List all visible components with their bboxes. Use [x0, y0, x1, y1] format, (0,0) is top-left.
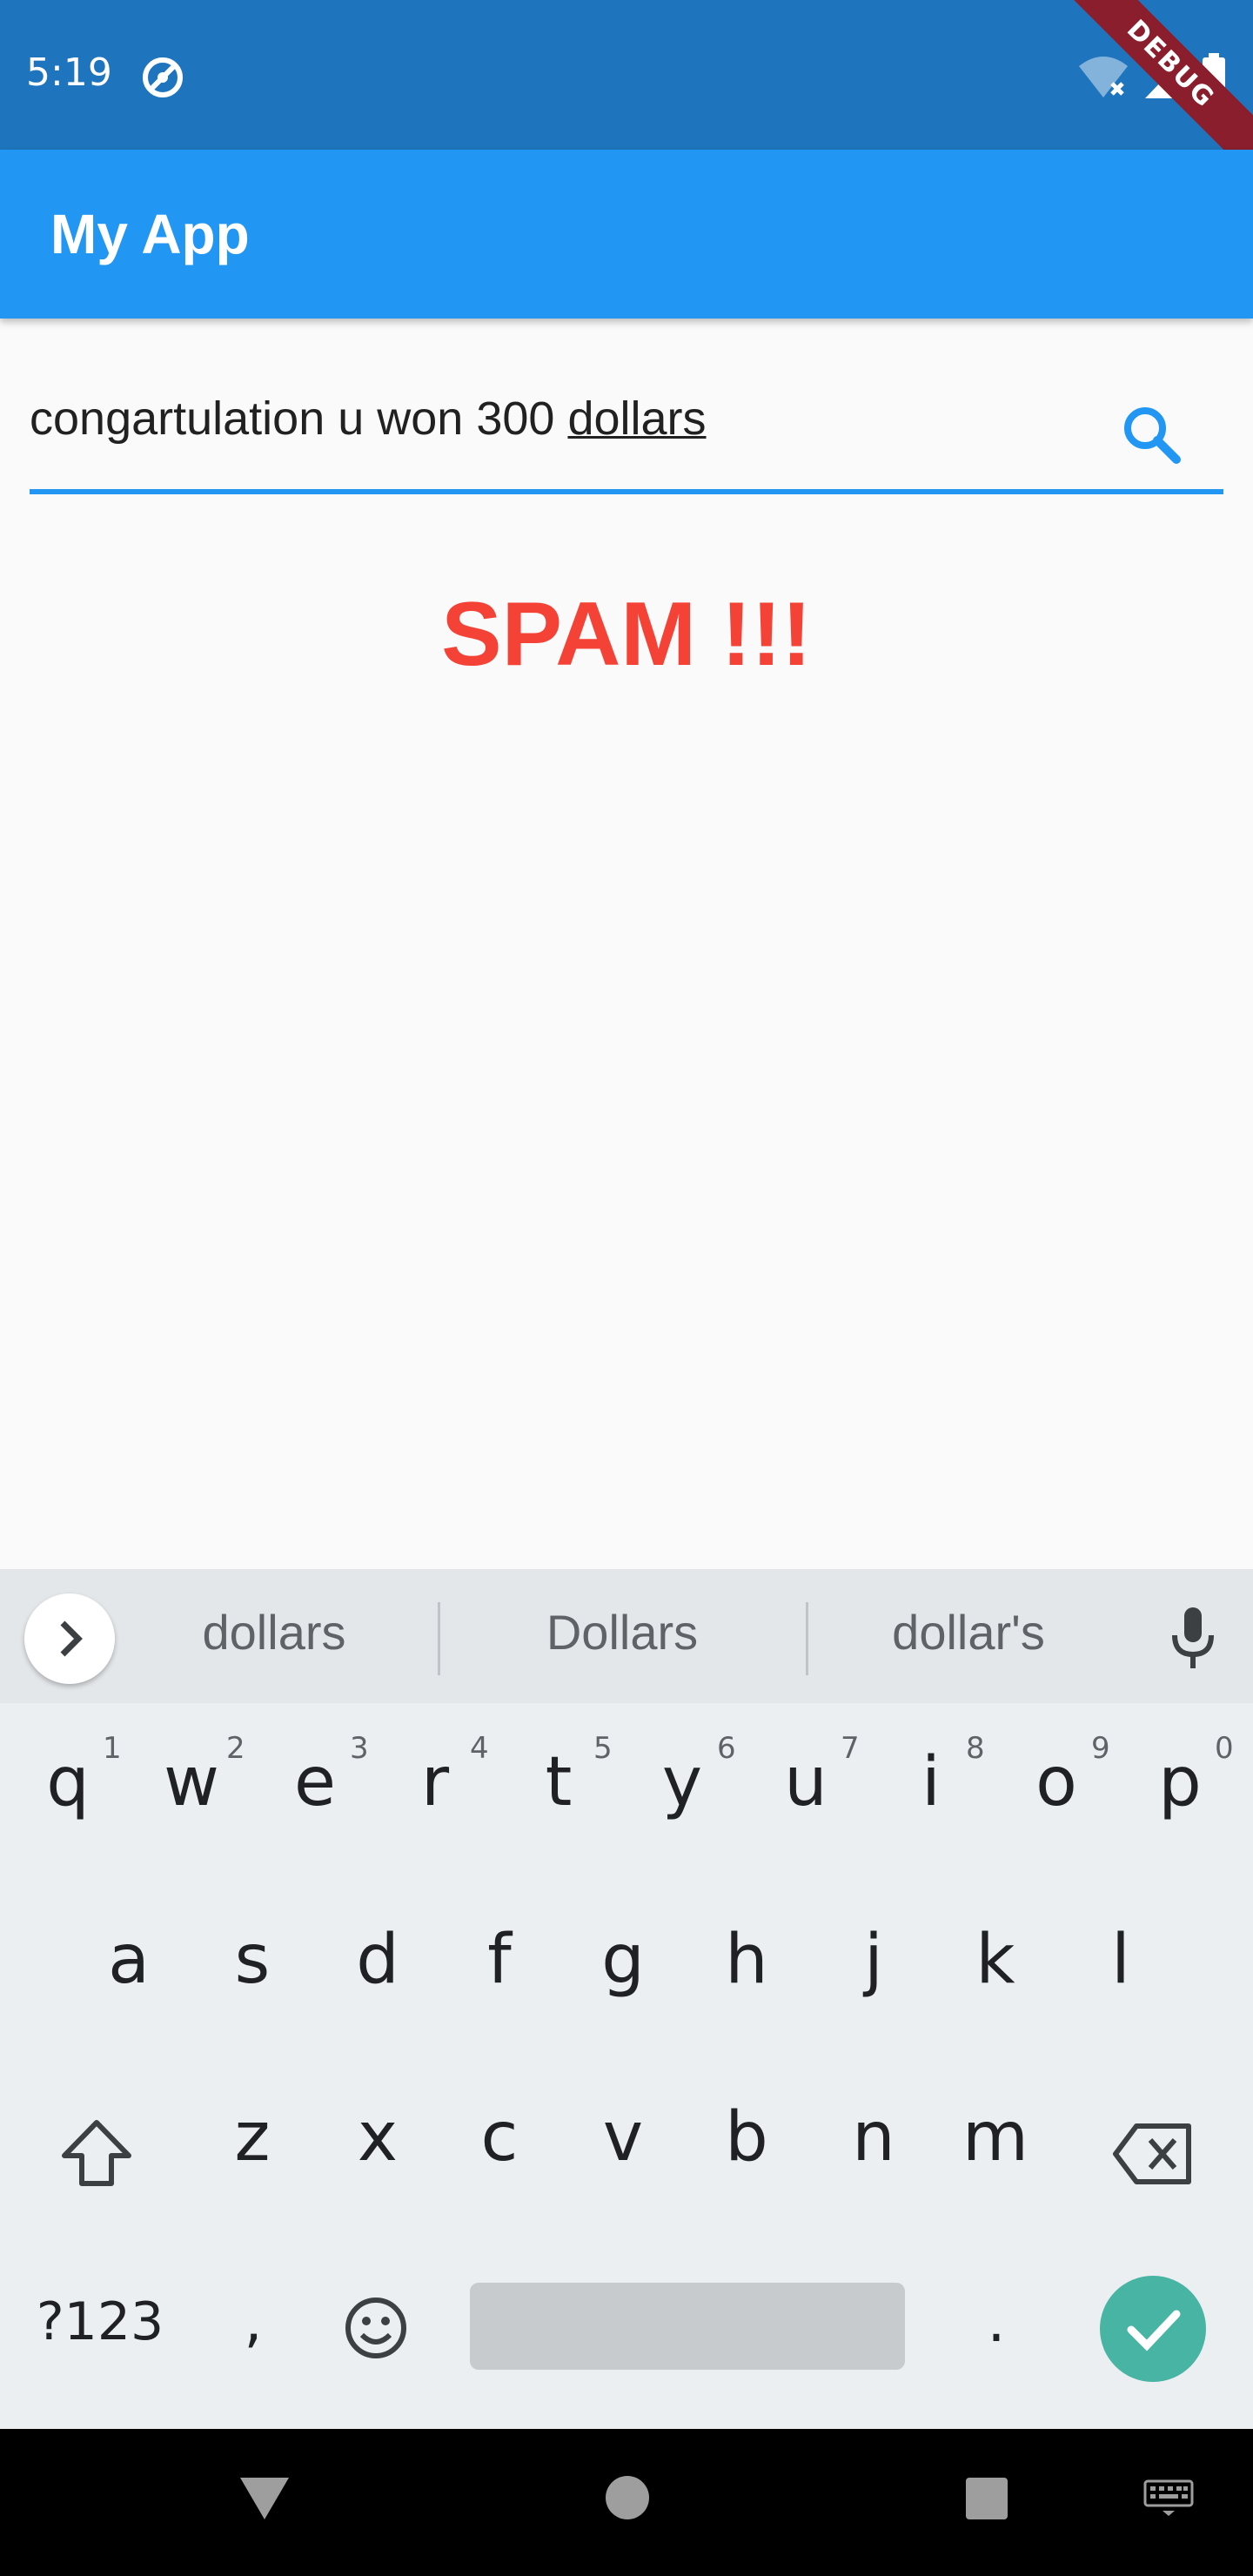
status-bar: 5:19 DEBUG	[0, 0, 1253, 150]
suggestion-1[interactable]: dollars	[148, 1604, 400, 1660]
key-hint-9: 9	[1091, 1731, 1110, 1766]
emoji-icon[interactable]	[343, 2295, 409, 2361]
key-x[interactable]: x	[321, 2098, 434, 2177]
sync-disabled-icon	[143, 57, 183, 97]
soft-keyboard: dollars Dollars dollar's q1w2e3r4t5y6u7i…	[0, 1569, 1253, 2429]
message-input[interactable]: congartulation u won 300 dollars	[30, 392, 707, 446]
wifi-off-icon	[1079, 57, 1128, 97]
key-z[interactable]: z	[196, 2098, 309, 2177]
key-h[interactable]: h	[690, 1921, 803, 1999]
suggestion-divider	[806, 1602, 808, 1675]
symbols-key[interactable]: ?123	[35, 2291, 165, 2352]
comma-key[interactable]: ,	[197, 2288, 310, 2355]
key-hint-4: 4	[470, 1731, 489, 1766]
key-k[interactable]: k	[939, 1921, 1052, 1999]
expand-toolbar-button[interactable]	[24, 1593, 115, 1684]
composing-word: dollars	[567, 392, 707, 445]
key-s[interactable]: s	[196, 1921, 309, 1999]
suggestion-2[interactable]: Dollars	[496, 1604, 748, 1660]
key-hint-5: 5	[593, 1731, 613, 1766]
app-title: My App	[50, 203, 250, 265]
message-field[interactable]: congartulation u won 300 dollars	[30, 366, 1223, 496]
navigation-bar	[0, 2429, 1253, 2576]
key-n[interactable]: n	[817, 2098, 930, 2177]
back-icon[interactable]	[237, 2472, 292, 2525]
key-g[interactable]: g	[566, 1921, 680, 1999]
suggestion-bar: dollars Dollars dollar's	[0, 1569, 1253, 1703]
suggestion-divider	[438, 1602, 440, 1675]
key-j[interactable]: j	[817, 1921, 930, 1999]
space-key[interactable]	[470, 2283, 905, 2370]
key-hint-0: 0	[1215, 1731, 1234, 1766]
check-icon	[1127, 2310, 1181, 2351]
key-d[interactable]: d	[321, 1921, 434, 1999]
key-hint-8: 8	[966, 1731, 985, 1766]
field-underline	[30, 489, 1223, 494]
key-hint-2: 2	[226, 1731, 245, 1766]
key-m[interactable]: m	[939, 2098, 1052, 2177]
app-bar: My App	[0, 150, 1253, 319]
key-a[interactable]: a	[72, 1921, 185, 1999]
search-icon[interactable]	[1109, 392, 1196, 479]
key-hint-1: 1	[103, 1731, 122, 1766]
key-l[interactable]: l	[1064, 1921, 1177, 1999]
suggestion-3[interactable]: dollar's	[842, 1604, 1095, 1660]
key-b[interactable]: b	[690, 2098, 803, 2177]
key-v[interactable]: v	[566, 2098, 680, 2177]
key-f[interactable]: f	[443, 1921, 556, 1999]
spam-result: SPAM !!!	[441, 584, 812, 685]
enter-key[interactable]	[1100, 2276, 1206, 2382]
key-hint-6: 6	[717, 1731, 736, 1766]
keyboard-switch-icon[interactable]	[1143, 2479, 1194, 2518]
recents-icon[interactable]	[964, 2476, 1009, 2521]
status-time: 5:19	[26, 50, 112, 95]
period-key[interactable]: .	[940, 2288, 1053, 2355]
key-hint-3: 3	[350, 1731, 369, 1766]
microphone-icon[interactable]	[1163, 1604, 1223, 1674]
chevron-right-icon	[60, 1620, 83, 1657]
key-c[interactable]: c	[443, 2098, 556, 2177]
home-icon[interactable]	[604, 2474, 651, 2521]
shift-icon[interactable]	[57, 2116, 136, 2194]
message-text: congartulation u won 300	[30, 392, 568, 445]
key-hint-7: 7	[841, 1731, 860, 1766]
backspace-icon[interactable]	[1112, 2121, 1194, 2187]
